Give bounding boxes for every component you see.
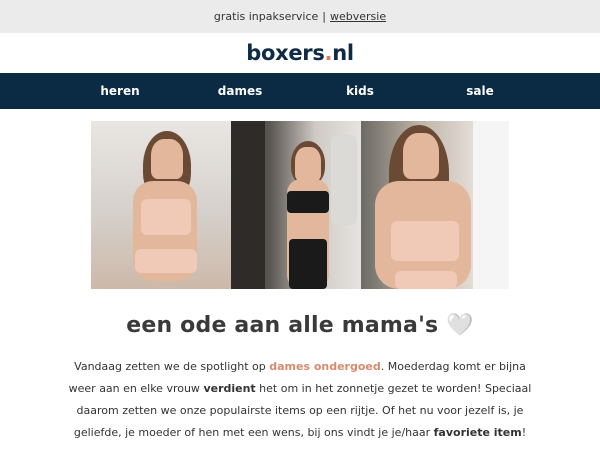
topbar-separator: | (322, 10, 326, 23)
logo-part-1: boxers (246, 41, 325, 65)
nav-item-heren[interactable]: heren (60, 84, 180, 98)
intro-bold-favoriete: favoriete item (433, 426, 522, 439)
topbar-text: gratis inpakservice (213, 10, 319, 23)
intro-paragraph: Vandaag zetten we de spotlight op dames … (64, 356, 536, 444)
intro-text-4: ! (521, 426, 527, 439)
hero-photo-woman-sitting (91, 121, 231, 289)
logo-part-2: nl (332, 41, 354, 65)
main-nav: heren dames kids sale (0, 73, 600, 109)
hero-photo-woman-smiling (361, 121, 509, 289)
hero-image[interactable] (91, 121, 509, 289)
nav-item-kids[interactable]: kids (300, 84, 420, 98)
hero-wrap (0, 121, 600, 289)
nav-item-sale[interactable]: sale (420, 84, 540, 98)
intro-bold-verdient: verdient (203, 382, 256, 395)
dames-ondergoed-link[interactable]: dames ondergoed (269, 360, 381, 373)
logo-row: boxers.nl (0, 33, 600, 73)
brand-logo[interactable]: boxers.nl (246, 41, 354, 65)
hero-photo-woman-stretching (231, 121, 361, 289)
nav-item-dames[interactable]: dames (180, 84, 300, 98)
webversie-link[interactable]: webversie (330, 10, 386, 23)
intro-text-1: Vandaag zetten we de spotlight op (74, 360, 270, 373)
top-bar: gratis inpakservice | webversie (0, 0, 600, 33)
page-heading: een ode aan alle mama's 🤍 (126, 313, 474, 338)
